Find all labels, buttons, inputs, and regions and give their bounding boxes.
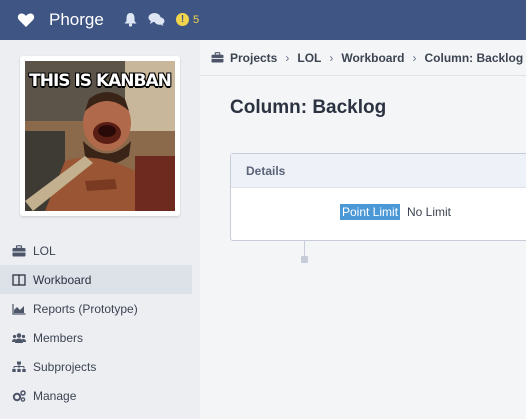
sidebar-item-members[interactable]: Members — [0, 323, 200, 352]
chevron-right-icon: › — [412, 50, 417, 65]
heart-logo-icon[interactable] — [17, 11, 35, 29]
briefcase-icon — [12, 244, 26, 256]
sidebar-item-label: Workboard — [33, 272, 92, 287]
chevron-right-icon: › — [285, 50, 290, 65]
sidebar-item-reports[interactable]: Reports (Prototype) — [0, 294, 200, 323]
sidebar-item-label: Members — [33, 330, 84, 345]
sidebar-item-manage[interactable]: Manage — [0, 381, 200, 410]
bell-icon[interactable] — [123, 12, 138, 27]
sidebar-nav: LOL Workboard Reports (Prototype) Member… — [0, 236, 200, 410]
alert-count-badge[interactable]: 5 — [193, 14, 199, 26]
breadcrumb: Projects › LOL › Workboard › Column: Bac… — [200, 40, 526, 76]
details-panel: Details Point Limit No Limit — [230, 153, 526, 241]
details-header: Details — [231, 154, 526, 188]
brand-name[interactable]: Phorge — [49, 10, 104, 30]
property-label: Point Limit — [340, 204, 401, 220]
area-chart-icon — [12, 303, 26, 315]
breadcrumb-projects[interactable]: Projects — [230, 51, 277, 65]
property-value: No Limit — [407, 205, 452, 219]
chevron-right-icon: › — [329, 50, 334, 65]
project-sidebar: THIS IS KANBAN LOL Workboard Reports (Pr — [0, 40, 200, 419]
breadcrumb-workboard[interactable]: Workboard — [341, 51, 404, 65]
sidebar-item-subprojects[interactable]: Subprojects — [0, 352, 200, 381]
sitemap-icon — [12, 361, 26, 372]
briefcase-icon — [211, 52, 224, 63]
sidebar-item-label: LOL — [33, 243, 56, 258]
sidebar-item-workboard[interactable]: Workboard — [0, 265, 192, 294]
columns-icon — [12, 273, 26, 286]
page-title: Column: Backlog — [230, 97, 387, 118]
sidebar-item-label: Manage — [33, 388, 77, 403]
project-profile-image-frame[interactable]: THIS IS KANBAN — [20, 56, 180, 216]
sidebar-item-label: Reports (Prototype) — [33, 301, 138, 316]
project-profile-image: THIS IS KANBAN — [25, 61, 175, 211]
meme-caption: THIS IS KANBAN — [29, 71, 172, 91]
timeline-marker — [301, 256, 308, 263]
gears-icon — [12, 389, 26, 402]
sidebar-item-lol[interactable]: LOL — [0, 236, 200, 265]
breadcrumb-lol[interactable]: LOL — [297, 51, 321, 65]
chat-icon[interactable] — [148, 12, 165, 27]
group-icon — [12, 332, 26, 343]
sidebar-item-label: Subprojects — [33, 359, 97, 374]
alert-icon[interactable]: ! — [176, 13, 189, 26]
breadcrumb-column[interactable]: Column: Backlog — [424, 51, 523, 65]
top-navigation-bar: Phorge ! 5 — [0, 0, 526, 40]
